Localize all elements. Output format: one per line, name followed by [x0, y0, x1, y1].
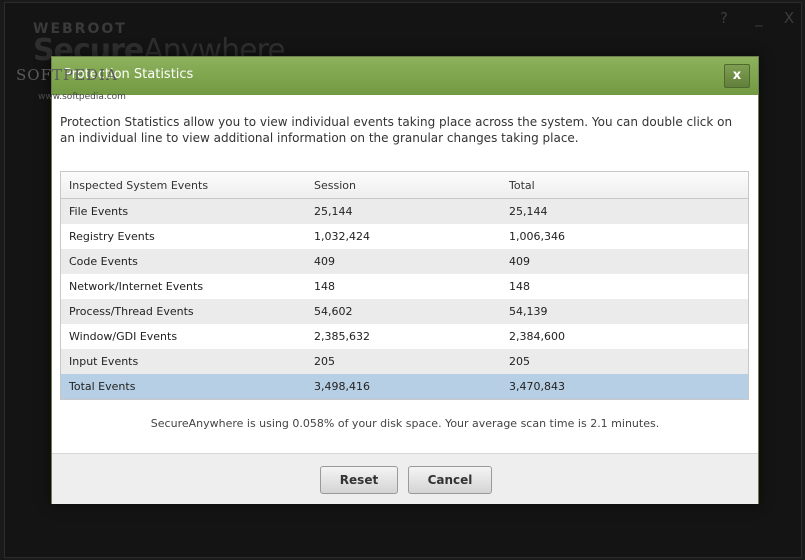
softpedia-watermark: SOFTPEDIA	[16, 66, 118, 84]
help-icon[interactable]: ?	[713, 9, 735, 27]
total-value: 148	[509, 280, 530, 293]
event-name: Window/GDI Events	[69, 330, 178, 343]
session-value: 2,385,632	[314, 330, 370, 343]
total-value: 409	[509, 255, 530, 268]
session-value: 3,498,416	[314, 380, 370, 393]
column-header-total[interactable]: Total	[509, 172, 535, 198]
table-row[interactable]: Network/Internet Events 148 148	[61, 274, 748, 299]
session-value: 148	[314, 280, 335, 293]
total-value: 3,470,843	[509, 380, 565, 393]
total-value: 25,144	[509, 205, 548, 218]
app-close-icon[interactable]: X	[778, 9, 800, 27]
dialog-button-bar: Reset Cancel	[52, 453, 758, 504]
table-row[interactable]: Input Events 205 205	[61, 349, 748, 374]
event-name: Code Events	[69, 255, 138, 268]
table-row[interactable]: Window/GDI Events 2,385,632 2,384,600	[61, 324, 748, 349]
session-value: 1,032,424	[314, 230, 370, 243]
reset-button[interactable]: Reset	[320, 466, 398, 494]
session-value: 54,602	[314, 305, 353, 318]
total-value: 2,384,600	[509, 330, 565, 343]
disk-usage-note: SecureAnywhere is using 0.058% of your d…	[150, 417, 660, 430]
dialog-close-button[interactable]: x	[724, 64, 750, 88]
event-name: File Events	[69, 205, 129, 218]
cancel-button[interactable]: Cancel	[408, 466, 492, 494]
dialog-title-bar[interactable]: Protection Statistics x	[52, 57, 758, 95]
event-name: Process/Thread Events	[69, 305, 194, 318]
stats-table: Inspected System Events Session Total Fi…	[60, 171, 749, 400]
total-value: 54,139	[509, 305, 548, 318]
column-header-events[interactable]: Inspected System Events	[69, 172, 208, 198]
protection-statistics-dialog: Protection Statistics x Protection Stati…	[51, 56, 759, 504]
softpedia-url: www.softpedia.com	[38, 92, 126, 102]
event-name: Total Events	[69, 380, 136, 393]
table-row[interactable]: Process/Thread Events 54,602 54,139	[61, 299, 748, 324]
dialog-description: Protection Statistics allow you to view …	[60, 115, 733, 145]
event-name: Registry Events	[69, 230, 155, 243]
minimize-icon[interactable]: _	[748, 9, 770, 27]
session-value: 409	[314, 255, 335, 268]
table-header-row: Inspected System Events Session Total	[61, 172, 748, 199]
total-value: 205	[509, 355, 530, 368]
table-row[interactable]: File Events 25,144 25,144	[61, 199, 748, 224]
event-name: Input Events	[69, 355, 139, 368]
table-row[interactable]: Code Events 409 409	[61, 249, 748, 274]
event-name: Network/Internet Events	[69, 280, 204, 293]
total-value: 1,006,346	[509, 230, 565, 243]
column-header-session[interactable]: Session	[314, 172, 356, 198]
session-value: 25,144	[314, 205, 353, 218]
table-row[interactable]: Registry Events 1,032,424 1,006,346	[61, 224, 748, 249]
session-value: 205	[314, 355, 335, 368]
table-row-selected[interactable]: Total Events 3,498,416 3,470,843	[61, 374, 748, 399]
